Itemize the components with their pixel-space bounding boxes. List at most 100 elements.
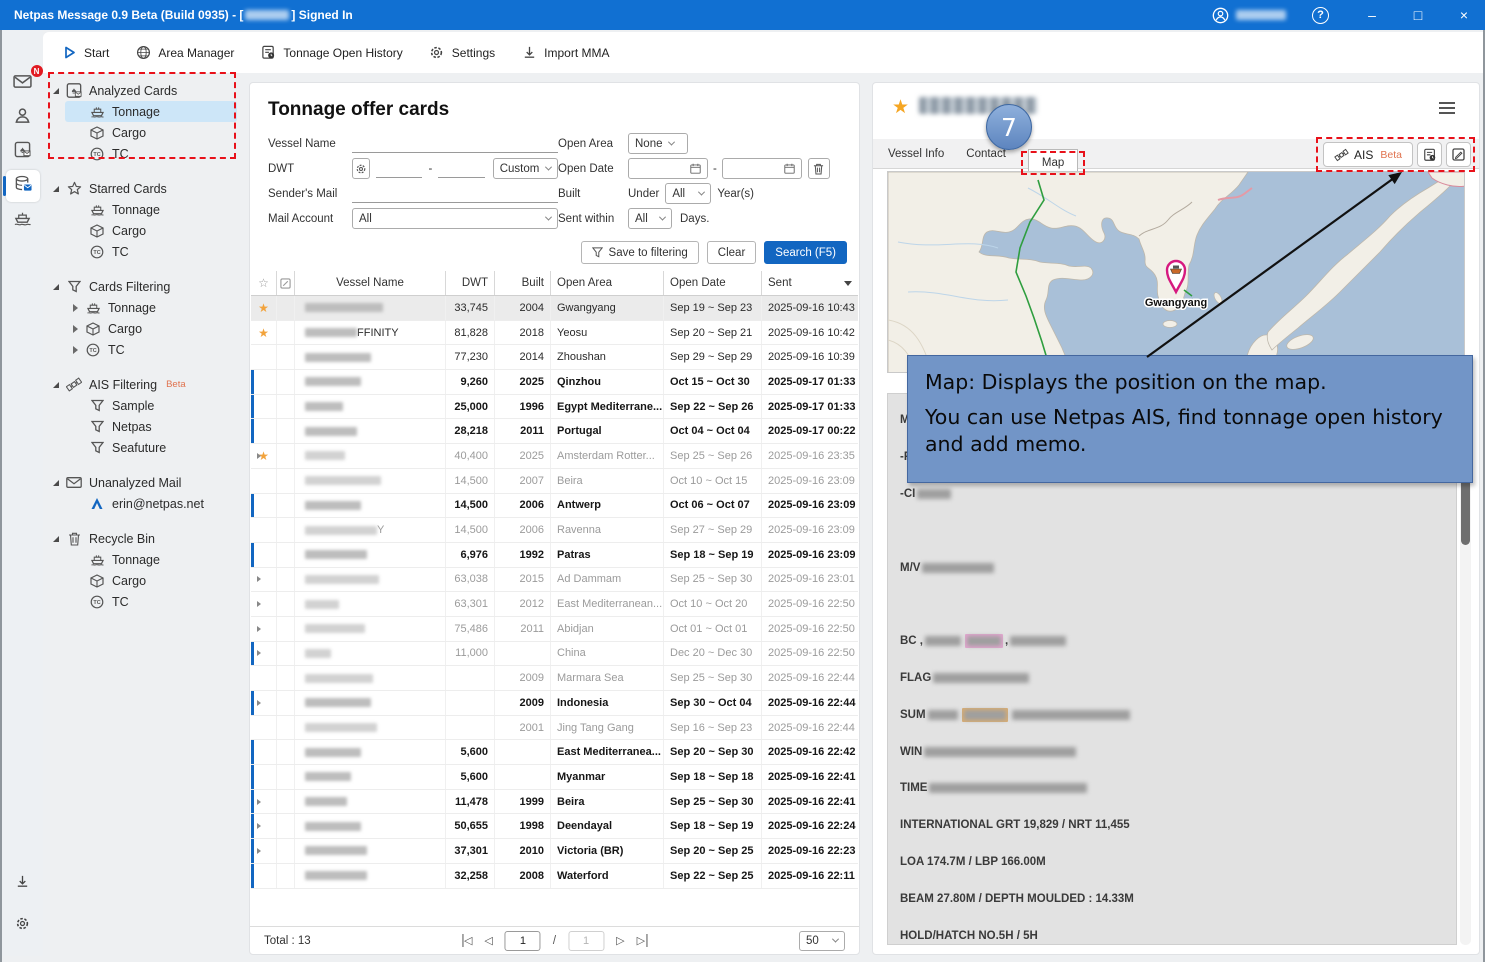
prev-page-button[interactable]: ◁ [484, 934, 492, 947]
open-date-clear-button[interactable] [808, 158, 830, 179]
open-history-button[interactable] [1417, 142, 1442, 167]
row-star[interactable] [251, 790, 277, 814]
row-star[interactable] [251, 864, 277, 888]
rail-card-spade-button[interactable]: ♠ [6, 136, 40, 168]
rail-gear-button[interactable] [6, 910, 40, 942]
row-expander-icon[interactable] [257, 453, 261, 459]
tree-item-cargo[interactable]: Cargo [89, 122, 249, 143]
rail-db-mail-button[interactable] [6, 170, 40, 202]
row-star[interactable]: ★ [251, 444, 277, 468]
mail-account-select[interactable]: All [352, 208, 558, 229]
dwt-mode-select[interactable]: Custom [493, 158, 558, 179]
favorite-star-icon[interactable]: ★ [892, 96, 909, 119]
row-star[interactable] [251, 568, 277, 592]
close-button[interactable]: × [1453, 7, 1475, 23]
table-row[interactable]: 5,600MyanmarSep 18 ~ Sep 182025-09-16 22… [251, 765, 858, 790]
tree-expander-icon[interactable] [53, 284, 59, 290]
toolbar-settings[interactable]: Settings [429, 45, 495, 61]
tree-group-header[interactable]: Recycle Bin [51, 528, 249, 549]
table-row[interactable]: 77,2302014ZhoushanSep 29 ~ Sep 292025-09… [251, 345, 858, 370]
rail-ship-button[interactable] [6, 204, 40, 236]
tree-expander-icon[interactable] [73, 304, 78, 312]
row-star[interactable] [251, 666, 277, 690]
tree-item-tc[interactable]: TCTC [89, 241, 249, 262]
next-page-button[interactable]: ▷ [616, 934, 624, 947]
col-vessel-name[interactable]: Vessel Name [295, 271, 446, 295]
tree-item-tc[interactable]: TCTC [89, 591, 249, 612]
tree-group-header[interactable]: Starred Cards [51, 178, 249, 199]
row-expander-icon[interactable] [257, 823, 261, 829]
tab-vessel-info[interactable]: Vessel Info [888, 148, 944, 168]
table-row[interactable]: ★FFINITY81,8282018YeosuSep 20 ~ Sep 2120… [251, 321, 858, 346]
tree-item-cargo[interactable]: Cargo [73, 318, 249, 339]
table-row[interactable]: 2001Jing Tang GangSep 16 ~ Sep 232025-09… [251, 716, 858, 741]
last-page-button[interactable]: ▷ [637, 934, 647, 947]
tree-item-sample[interactable]: Sample [89, 395, 249, 416]
table-row[interactable]: 63,3012012East Mediterranean...Oct 10 ~ … [251, 592, 858, 617]
tree-item-tc[interactable]: TCTC [89, 143, 249, 164]
search-button[interactable]: Search (F5) [764, 241, 847, 264]
row-expander-icon[interactable] [257, 650, 261, 656]
minimize-button[interactable]: – [1361, 7, 1383, 23]
row-star[interactable] [251, 494, 277, 518]
tree-expander-icon[interactable] [73, 325, 78, 333]
tree-expander-icon[interactable] [53, 382, 59, 388]
tab-contact[interactable]: Contact [966, 148, 1006, 168]
tree-expander-icon[interactable] [73, 346, 78, 354]
row-star[interactable] [251, 642, 277, 666]
tree-item-tonnage[interactable]: Tonnage [89, 549, 249, 570]
tree-expander-icon[interactable] [53, 88, 59, 94]
row-star[interactable] [251, 419, 277, 443]
rail-person-button[interactable] [6, 102, 40, 134]
account-button[interactable] [1212, 7, 1286, 24]
tree-group-header[interactable]: Cards Filtering [51, 276, 249, 297]
table-row[interactable]: 28,2182011PortugalOct 04 ~ Oct 042025-09… [251, 419, 858, 444]
tree-item-tonnage[interactable]: Tonnage [89, 101, 249, 122]
table-row[interactable]: 2009IndonesiaSep 30 ~ Oct 042025-09-16 2… [251, 691, 858, 716]
row-star[interactable] [251, 592, 277, 616]
row-star[interactable] [251, 617, 277, 641]
maximize-button[interactable]: □ [1407, 7, 1429, 23]
table-row[interactable]: 5,600East Mediterranea...Sep 20 ~ Sep 30… [251, 740, 858, 765]
first-page-button[interactable]: ◁ [462, 934, 472, 947]
tree-group-header[interactable]: Unanalyzed Mail [51, 472, 249, 493]
dwt-settings-button[interactable] [352, 158, 370, 179]
table-row[interactable]: 9,2602025QinzhouOct 15 ~ Oct 302025-09-1… [251, 370, 858, 395]
table-row[interactable]: ★33,7452004GwangyangSep 19 ~ Sep 232025-… [251, 296, 858, 321]
dwt-max-input[interactable] [438, 160, 484, 178]
vessel-name-input[interactable] [352, 135, 558, 153]
tree-item-tonnage[interactable]: Tonnage [73, 297, 249, 318]
row-star[interactable] [251, 765, 277, 789]
tree-expander-icon[interactable] [53, 186, 59, 192]
table-row[interactable]: 75,4862011AbidjanOct 01 ~ Oct 012025-09-… [251, 617, 858, 642]
table-row[interactable]: 32,2582008WaterfordSep 22 ~ Sep 252025-0… [251, 864, 858, 889]
clear-button[interactable]: Clear [707, 241, 756, 264]
table-row[interactable]: 50,6551998DeendayalSep 18 ~ Sep 192025-0… [251, 814, 858, 839]
row-expander-icon[interactable] [257, 848, 261, 854]
row-expander-icon[interactable] [257, 700, 261, 706]
row-expander-icon[interactable] [257, 576, 261, 582]
row-star[interactable] [251, 691, 277, 715]
table-row[interactable]: Y14,5002006RavennaSep 27 ~ Sep 292025-09… [251, 518, 858, 543]
tree-item-cargo[interactable]: Cargo [89, 220, 249, 241]
table-row[interactable]: 2009Marmara SeaSep 25 ~ Sep 302025-09-16… [251, 666, 858, 691]
table-row[interactable]: 6,9761992PatrasSep 18 ~ Sep 192025-09-16… [251, 543, 858, 568]
table-row[interactable]: 25,0001996Egypt Mediterrane...Sep 22 ~ S… [251, 395, 858, 420]
toolbar-tonnage-open-history[interactable]: Tonnage Open History [260, 45, 402, 61]
row-star[interactable] [251, 716, 277, 740]
page-input[interactable]: 1 [505, 931, 541, 951]
open-date-to-input[interactable] [722, 158, 802, 179]
col-built[interactable]: Built [495, 271, 551, 295]
table-row[interactable]: 37,3012010Victoria (BR)Sep 20 ~ Sep 2520… [251, 839, 858, 864]
built-select[interactable]: All [665, 183, 711, 204]
row-star[interactable] [251, 469, 277, 493]
table-row[interactable]: 11,4781999BeiraSep 25 ~ Sep 302025-09-16… [251, 790, 858, 815]
tree-item-erin-netpas-net[interactable]: erin@netpas.net [89, 493, 249, 514]
open-area-select[interactable]: None [628, 133, 688, 154]
table-row[interactable]: ★40,4002025Amsterdam Rotter...Sep 25 ~ S… [251, 444, 858, 469]
tree-item-seafuture[interactable]: Seafuture [89, 437, 249, 458]
table-header[interactable]: ☆ Vessel Name DWT Built Open Area Open D… [251, 271, 858, 296]
col-open-date[interactable]: Open Date [664, 271, 762, 295]
tree-group-header[interactable]: AIS FilteringBeta [51, 374, 249, 395]
position-map[interactable]: Gwangyang [887, 171, 1465, 373]
